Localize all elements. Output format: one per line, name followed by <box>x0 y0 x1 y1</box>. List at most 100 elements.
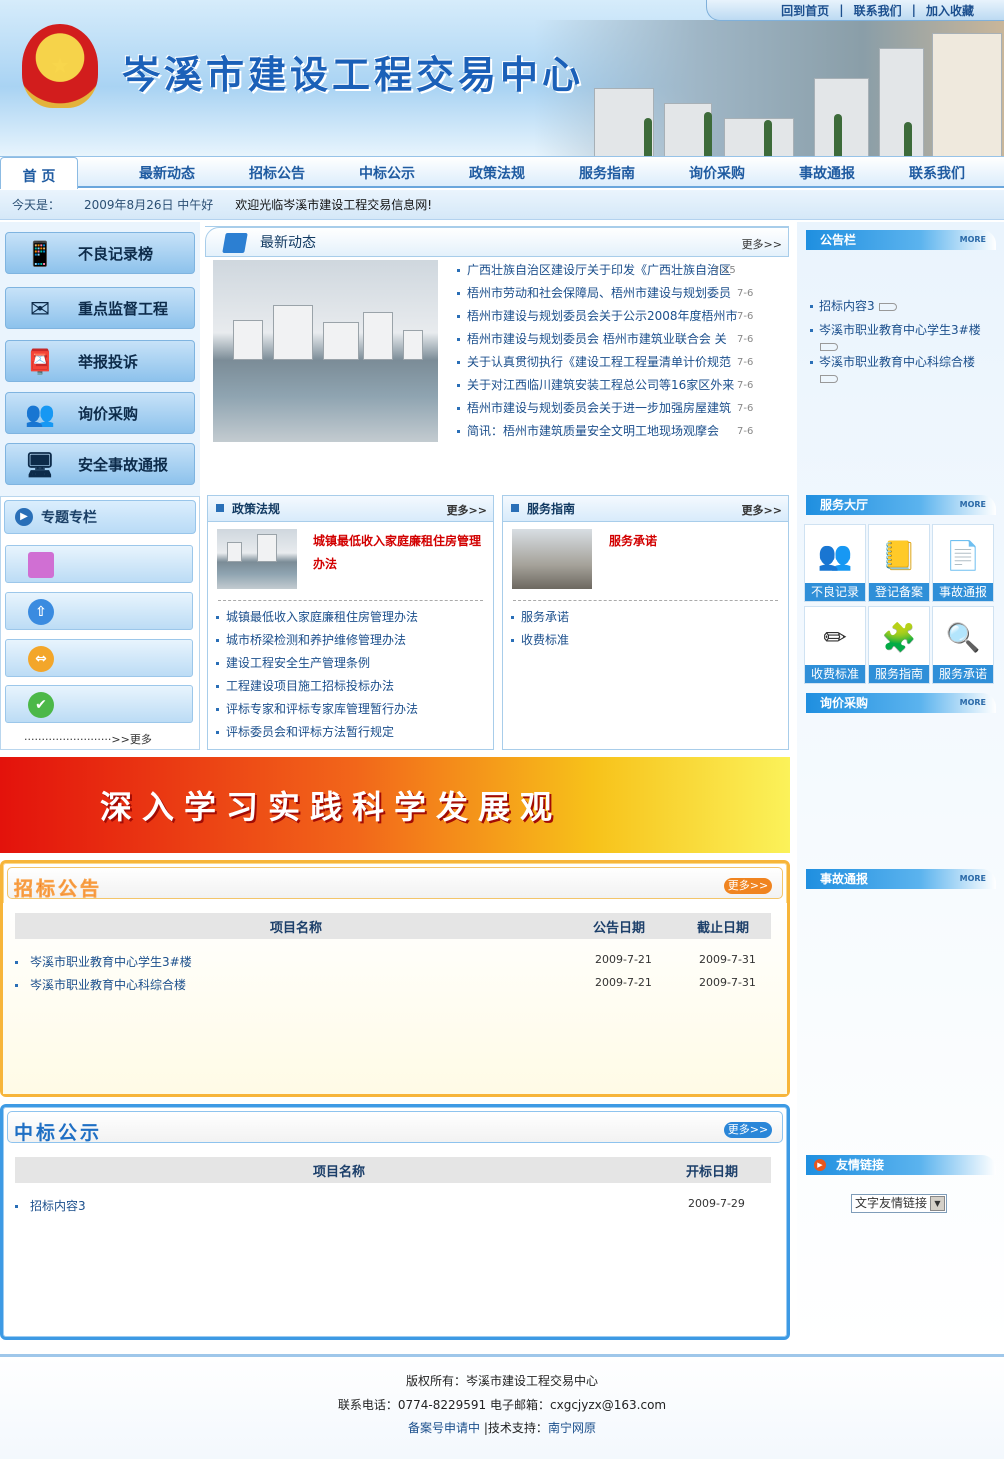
nav-accident[interactable]: 事故通报 <box>799 163 855 183</box>
policy-headline[interactable]: 城镇最低收入家庭廉租住房管理办法 <box>313 530 488 576</box>
hall-commitment[interactable]: 🔍 服务承诺 <box>932 606 994 684</box>
policy-list: 城镇最低收入家庭廉租住房管理办法 城市桥梁检测和养护维修管理办法 建设工程安全生… <box>216 606 486 744</box>
news-item[interactable]: 梧州市劳动和社会保障局、梧州市建设与规划委员 7-6 <box>457 282 777 305</box>
special-more-link[interactable]: ·························>>更多 <box>24 731 152 747</box>
hall-registration[interactable]: 📒 登记备案 <box>868 524 930 602</box>
home-link[interactable]: 回到首页 <box>781 2 829 19</box>
support-link[interactable]: 南宁网原 <box>548 1421 596 1435</box>
special-item-3[interactable]: ⇔ <box>5 639 193 677</box>
nav-home[interactable]: 首 页 <box>0 157 78 189</box>
notice-item[interactable]: 招标内容3 <box>810 298 897 314</box>
mailbox-icon: 📮 <box>25 348 55 376</box>
accident-header: 事故通报 MORE <box>806 869 996 889</box>
icp-link[interactable]: 备案号申请中 <box>408 1421 480 1435</box>
policy-item[interactable]: 评标委员会和评标方法暂行规定 <box>216 721 486 744</box>
news-item[interactable]: 梧州市建设与规划委员会 梧州市建筑业联合会 关 7-6 <box>457 328 777 351</box>
notice-board-header: 公告栏 MORE <box>806 230 996 250</box>
table-row[interactable]: 招标内容3 2009-7-29 <box>15 1197 771 1219</box>
accident-more-link[interactable]: MORE <box>960 869 986 889</box>
play-icon: ▶ <box>15 508 33 526</box>
hall-fees[interactable]: ✏ 收费标准 <box>804 606 866 684</box>
hall-accident[interactable]: 📄 事故通报 <box>932 524 994 602</box>
notice-more-link[interactable]: MORE <box>960 230 986 250</box>
square-icon <box>216 504 224 512</box>
people-icon: 👥 <box>817 538 853 572</box>
national-emblem-icon: ★ <box>22 24 98 108</box>
news-icon <box>222 233 248 253</box>
special-item-1[interactable] <box>5 545 193 583</box>
guide-more-link[interactable]: 更多>> <box>742 502 782 518</box>
guide-item[interactable]: 服务承诺 <box>511 606 781 629</box>
date-label: 今天是： <box>12 198 61 212</box>
tender-more-button[interactable]: 更多>> <box>724 878 772 894</box>
policy-item[interactable]: 工程建设项目施工招标投标办法 <box>216 675 486 698</box>
award-section: 中标公示 更多>> 项目名称 开标日期 招标内容3 2009-7-29 <box>0 1104 790 1340</box>
copyright-text: 版权所有：岑溪市建设工程交易中心 <box>405 1374 598 1388</box>
blocks-icon: 🧩 <box>881 620 917 654</box>
magnifier-icon: 🔍 <box>945 620 981 654</box>
favorite-link[interactable]: 加入收藏 <box>926 2 974 19</box>
guide-item[interactable]: 收费标准 <box>511 629 781 652</box>
inquiry-more-link[interactable]: MORE <box>960 693 986 713</box>
friend-links-select[interactable]: 文字友情链接 ▼ <box>851 1194 947 1213</box>
award-more-button[interactable]: 更多>> <box>724 1122 772 1138</box>
inquiry-button[interactable]: 👥 询价采购 <box>5 392 195 434</box>
special-item-2[interactable]: ⇧ <box>5 592 193 630</box>
policy-item[interactable]: 城镇最低收入家庭廉租住房管理办法 <box>216 606 486 629</box>
bad-record-button[interactable]: 📱 不良记录榜 <box>5 232 195 274</box>
date-bar: 今天是： 2009年8月26日 中午好 欢迎光临岑溪市建设工程交易信息网! <box>0 190 1004 220</box>
news-item[interactable]: 梧州市建设与规划委员会关于进一步加强房屋建筑 7-6 <box>457 397 777 420</box>
notice-item[interactable]: 岑溪市职业教育中心学生3#楼 <box>810 322 990 354</box>
news-item[interactable]: 关于认真贯彻执行《建设工程工程量清单计价规范 7-6 <box>457 351 777 374</box>
key-project-button[interactable]: ✉ 重点监督工程 <box>5 287 195 329</box>
news-more-link[interactable]: 更多>> <box>742 236 782 252</box>
news-item[interactable]: 梧州市建设与规划委员会关于公示2008年度梧州市 7-6 <box>457 305 777 328</box>
notice-item[interactable]: 岑溪市职业教育中心科综合楼 <box>810 354 990 386</box>
city-skyline-image <box>534 20 1004 158</box>
monitor-icon: 🖥 <box>24 451 56 479</box>
welcome-text: 欢迎光临岑溪市建设工程交易信息网! <box>235 198 433 212</box>
nav-award-notice[interactable]: 中标公示 <box>359 163 415 183</box>
nav-contact[interactable]: 联系我们 <box>909 163 965 183</box>
service-hall-header: 服务大厅 MORE <box>806 495 996 515</box>
current-date: 2009年8月26日 中午好 <box>84 198 214 212</box>
nav-latest-news[interactable]: 最新动态 <box>139 163 195 183</box>
tag-icon <box>820 374 838 383</box>
award-header: 中标公示 更多>> <box>7 1111 783 1144</box>
award-table-header: 项目名称 开标日期 <box>15 1157 771 1183</box>
header-banner: ★ 岑溪市建设工程交易中心 <box>0 0 1004 158</box>
hall-guide[interactable]: 🧩 服务指南 <box>868 606 930 684</box>
policy-item[interactable]: 建设工程安全生产管理条例 <box>216 652 486 675</box>
policy-item[interactable]: 评标专家和评标专家库管理暂行办法 <box>216 698 486 721</box>
guide-header: 服务指南 更多>> <box>503 496 788 522</box>
table-row[interactable]: 岑溪市职业教育中心学生3#楼 2009-7-21 2009-7-31 <box>15 953 771 975</box>
nav-policy[interactable]: 政策法规 <box>469 163 525 183</box>
policy-more-link[interactable]: 更多>> <box>447 502 487 518</box>
news-item[interactable]: 广西壮族自治区建设厅关于印发《广西壮族自治区 7-15 <box>457 259 777 282</box>
users-icon: 👥 <box>25 400 55 428</box>
tender-header: 招标公告 更多>> <box>7 867 783 900</box>
news-item[interactable]: 关于对江西临川建筑安装工程总公司等16家区外来 7-6 <box>457 374 777 397</box>
hall-bad-record[interactable]: 👥 不良记录 <box>804 524 866 602</box>
news-item[interactable]: 简讯：梧州市建筑质量安全文明工地现场观摩会 7-6 <box>457 420 777 443</box>
special-column-header: ▶ 专题专栏 <box>4 500 196 534</box>
documents-icon: 📄 <box>945 538 981 572</box>
accident-report-button[interactable]: 🖥 安全事故通报 <box>5 443 195 485</box>
book-icon <box>28 552 54 578</box>
up-arrow-icon: ⇧ <box>28 599 54 625</box>
tender-table-header: 项目名称 公告日期 截止日期 <box>15 913 771 939</box>
report-complaint-button[interactable]: 📮 举报投诉 <box>5 340 195 382</box>
policy-item[interactable]: 城市桥梁检测和养护维修管理办法 <box>216 629 486 652</box>
table-row[interactable]: 岑溪市职业教育中心科综合楼 2009-7-21 2009-7-31 <box>15 976 771 998</box>
guide-headline[interactable]: 服务承诺 <box>609 530 657 553</box>
hall-more-link[interactable]: MORE <box>960 495 986 515</box>
special-item-4[interactable]: ✔ <box>5 685 193 723</box>
nav-inquiry[interactable]: 询价采购 <box>689 163 745 183</box>
tag-icon <box>820 342 838 351</box>
nav-service-guide[interactable]: 服务指南 <box>579 163 635 183</box>
contact-link[interactable]: 联系我们 <box>854 2 902 19</box>
footer: 版权所有：岑溪市建设工程交易中心 联系电话：0774-8229591 电子邮箱：… <box>0 1354 1004 1459</box>
guide-panel: 服务指南 更多>> 服务承诺 服务承诺 收费标准 <box>502 495 789 750</box>
circle-arrow-icon: ▶ <box>814 1159 826 1171</box>
nav-tender-notice[interactable]: 招标公告 <box>249 163 305 183</box>
